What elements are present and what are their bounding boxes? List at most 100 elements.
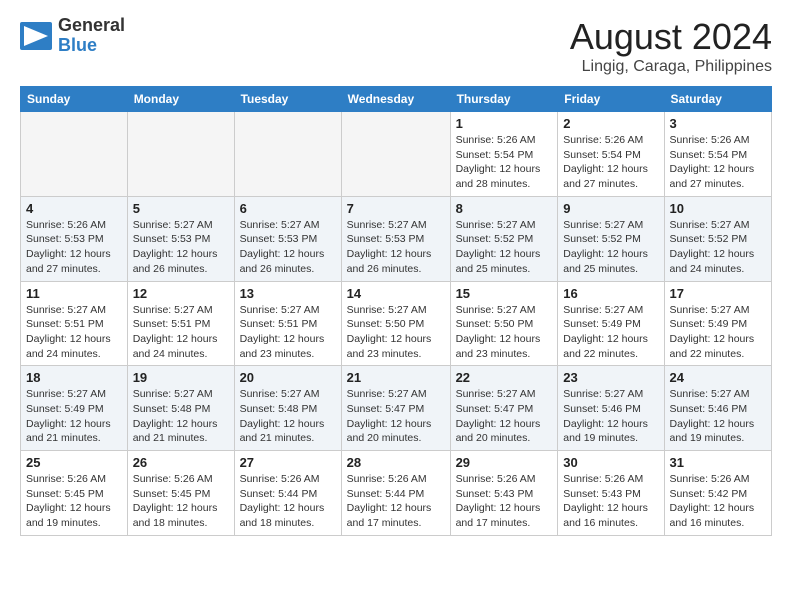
day-number: 12 xyxy=(133,286,229,301)
day-number: 4 xyxy=(26,201,122,216)
weekday-header-sunday: Sunday xyxy=(21,87,128,112)
calendar-cell: 17 Sunrise: 5:27 AMSunset: 5:49 PMDayligh… xyxy=(664,281,771,366)
day-info: Sunrise: 5:27 AMSunset: 5:53 PMDaylight:… xyxy=(347,218,445,277)
weekday-header-wednesday: Wednesday xyxy=(341,87,450,112)
calendar-cell: 28Sunrise: 5:26 AMSunset: 5:44 PMDayligh… xyxy=(341,451,450,536)
day-number: 27 xyxy=(240,455,336,470)
calendar-cell: 10 Sunrise: 5:27 AMSunset: 5:52 PMDayligh… xyxy=(664,196,771,281)
calendar-cell: 23Sunrise: 5:27 AMSunset: 5:46 PMDayligh… xyxy=(558,366,664,451)
day-info: Sunrise: 5:27 AMSunset: 5:53 PMDaylight:… xyxy=(240,218,336,277)
calendar-cell xyxy=(341,112,450,197)
calendar-cell xyxy=(127,112,234,197)
calendar-cell: 8Sunrise: 5:27 AMSunset: 5:52 PMDaylight… xyxy=(450,196,558,281)
day-number: 30 xyxy=(563,455,658,470)
day-number: 19 xyxy=(133,370,229,385)
weekday-header-row: SundayMondayTuesdayWednesdayThursdayFrid… xyxy=(21,87,772,112)
day-number: 2 xyxy=(563,116,658,131)
day-number: 20 xyxy=(240,370,336,385)
title-section: August 2024 Lingig, Caraga, Philippines xyxy=(570,16,772,76)
calendar-cell: 13 Sunrise: 5:27 AMSunset: 5:51 PMDayligh… xyxy=(234,281,341,366)
day-info: Sunrise: 5:26 AMSunset: 5:43 PMDaylight:… xyxy=(456,472,553,531)
day-number: 15 xyxy=(456,286,553,301)
calendar-cell: 14 Sunrise: 5:27 AMSunset: 5:50 PMDayligh… xyxy=(341,281,450,366)
calendar-cell: 2Sunrise: 5:26 AMSunset: 5:54 PMDaylight… xyxy=(558,112,664,197)
day-info: Sunrise: 5:26 AMSunset: 5:45 PMDaylight:… xyxy=(26,472,122,531)
day-info: Sunrise: 5:27 AMSunset: 5:46 PMDaylight:… xyxy=(563,387,658,446)
logo: General Blue xyxy=(20,16,125,56)
day-number: 24 xyxy=(670,370,766,385)
day-number: 9 xyxy=(563,201,658,216)
calendar-cell: 20 Sunrise: 5:27 AMSunset: 5:48 PMDayligh… xyxy=(234,366,341,451)
day-info: Sunrise: 5:27 AMSunset: 5:51 PMDaylight:… xyxy=(240,303,336,362)
calendar-cell: 15 Sunrise: 5:27 AMSunset: 5:50 PMDayligh… xyxy=(450,281,558,366)
day-info: Sunrise: 5:26 AMSunset: 5:44 PMDaylight:… xyxy=(240,472,336,531)
day-info: Sunrise: 5:26 AMSunset: 5:45 PMDaylight:… xyxy=(133,472,229,531)
weekday-header-tuesday: Tuesday xyxy=(234,87,341,112)
day-info: Sunrise: 5:27 AMSunset: 5:49 PMDaylight:… xyxy=(563,303,658,362)
day-number: 3 xyxy=(670,116,766,131)
day-info: Sunrise: 5:27 AMSunset: 5:50 PMDaylight:… xyxy=(347,303,445,362)
day-info: Sunrise: 5:27 AMSunset: 5:48 PMDaylight:… xyxy=(133,387,229,446)
day-number: 10 xyxy=(670,201,766,216)
day-info: Sunrise: 5:26 AMSunset: 5:43 PMDaylight:… xyxy=(563,472,658,531)
weekday-header-monday: Monday xyxy=(127,87,234,112)
day-info: Sunrise: 5:27 AMSunset: 5:52 PMDaylight:… xyxy=(456,218,553,277)
calendar-cell: 11 Sunrise: 5:27 AMSunset: 5:51 PMDayligh… xyxy=(21,281,128,366)
day-info: Sunrise: 5:27 AMSunset: 5:51 PMDaylight:… xyxy=(26,303,122,362)
calendar-cell: 29 Sunrise: 5:26 AMSunset: 5:43 PMDayligh… xyxy=(450,451,558,536)
day-info: Sunrise: 5:27 AMSunset: 5:48 PMDaylight:… xyxy=(240,387,336,446)
day-info: Sunrise: 5:27 AMSunset: 5:52 PMDaylight:… xyxy=(670,218,766,277)
day-number: 31 xyxy=(670,455,766,470)
calendar-cell: 12 Sunrise: 5:27 AMSunset: 5:51 PMDayligh… xyxy=(127,281,234,366)
day-info: Sunrise: 5:27 AMSunset: 5:47 PMDaylight:… xyxy=(347,387,445,446)
calendar-cell: 25Sunrise: 5:26 AMSunset: 5:45 PMDayligh… xyxy=(21,451,128,536)
day-number: 5 xyxy=(133,201,229,216)
week-row-4: 18 Sunrise: 5:27 AMSunset: 5:49 PMDayligh… xyxy=(21,366,772,451)
day-info: Sunrise: 5:27 AMSunset: 5:51 PMDaylight:… xyxy=(133,303,229,362)
calendar-cell: 19 Sunrise: 5:27 AMSunset: 5:48 PMDayligh… xyxy=(127,366,234,451)
location-title: Lingig, Caraga, Philippines xyxy=(570,58,772,76)
day-number: 16 xyxy=(563,286,658,301)
day-info: Sunrise: 5:27 AMSunset: 5:49 PMDaylight:… xyxy=(26,387,122,446)
calendar-cell: 5Sunrise: 5:27 AMSunset: 5:53 PMDaylight… xyxy=(127,196,234,281)
weekday-header-friday: Friday xyxy=(558,87,664,112)
day-number: 18 xyxy=(26,370,122,385)
day-number: 22 xyxy=(456,370,553,385)
calendar-cell: 30 Sunrise: 5:26 AMSunset: 5:43 PMDayligh… xyxy=(558,451,664,536)
day-number: 6 xyxy=(240,201,336,216)
week-row-5: 25Sunrise: 5:26 AMSunset: 5:45 PMDayligh… xyxy=(21,451,772,536)
calendar-cell: 21 Sunrise: 5:27 AMSunset: 5:47 PMDayligh… xyxy=(341,366,450,451)
day-number: 21 xyxy=(347,370,445,385)
calendar-cell: 3 Sunrise: 5:26 AMSunset: 5:54 PMDaylight… xyxy=(664,112,771,197)
logo-general: General xyxy=(58,16,125,36)
calendar-cell: 27 Sunrise: 5:26 AMSunset: 5:44 PMDayligh… xyxy=(234,451,341,536)
day-info: Sunrise: 5:27 AMSunset: 5:46 PMDaylight:… xyxy=(670,387,766,446)
day-info: Sunrise: 5:27 AMSunset: 5:49 PMDaylight:… xyxy=(670,303,766,362)
page-header: General Blue August 2024 Lingig, Caraga,… xyxy=(20,16,772,76)
day-number: 29 xyxy=(456,455,553,470)
day-number: 7 xyxy=(347,201,445,216)
weekday-header-thursday: Thursday xyxy=(450,87,558,112)
logo-blue: Blue xyxy=(58,36,125,56)
day-info: Sunrise: 5:26 AMSunset: 5:42 PMDaylight:… xyxy=(670,472,766,531)
month-title: August 2024 xyxy=(570,16,772,58)
calendar-cell xyxy=(234,112,341,197)
day-info: Sunrise: 5:26 AMSunset: 5:54 PMDaylight:… xyxy=(456,133,553,192)
day-info: Sunrise: 5:27 AMSunset: 5:50 PMDaylight:… xyxy=(456,303,553,362)
calendar-cell: 7 Sunrise: 5:27 AMSunset: 5:53 PMDaylight… xyxy=(341,196,450,281)
day-info: Sunrise: 5:26 AMSunset: 5:54 PMDaylight:… xyxy=(670,133,766,192)
calendar-table: SundayMondayTuesdayWednesdayThursdayFrid… xyxy=(20,86,772,536)
day-number: 13 xyxy=(240,286,336,301)
calendar-cell: 6 Sunrise: 5:27 AMSunset: 5:53 PMDaylight… xyxy=(234,196,341,281)
calendar-cell xyxy=(21,112,128,197)
calendar-cell: 26 Sunrise: 5:26 AMSunset: 5:45 PMDayligh… xyxy=(127,451,234,536)
day-number: 17 xyxy=(670,286,766,301)
day-number: 11 xyxy=(26,286,122,301)
day-info: Sunrise: 5:27 AMSunset: 5:52 PMDaylight:… xyxy=(563,218,658,277)
calendar-cell: 24 Sunrise: 5:27 AMSunset: 5:46 PMDayligh… xyxy=(664,366,771,451)
calendar-cell: 4Sunrise: 5:26 AMSunset: 5:53 PMDaylight… xyxy=(21,196,128,281)
day-number: 14 xyxy=(347,286,445,301)
calendar-cell: 9 Sunrise: 5:27 AMSunset: 5:52 PMDaylight… xyxy=(558,196,664,281)
day-number: 1 xyxy=(456,116,553,131)
day-number: 26 xyxy=(133,455,229,470)
